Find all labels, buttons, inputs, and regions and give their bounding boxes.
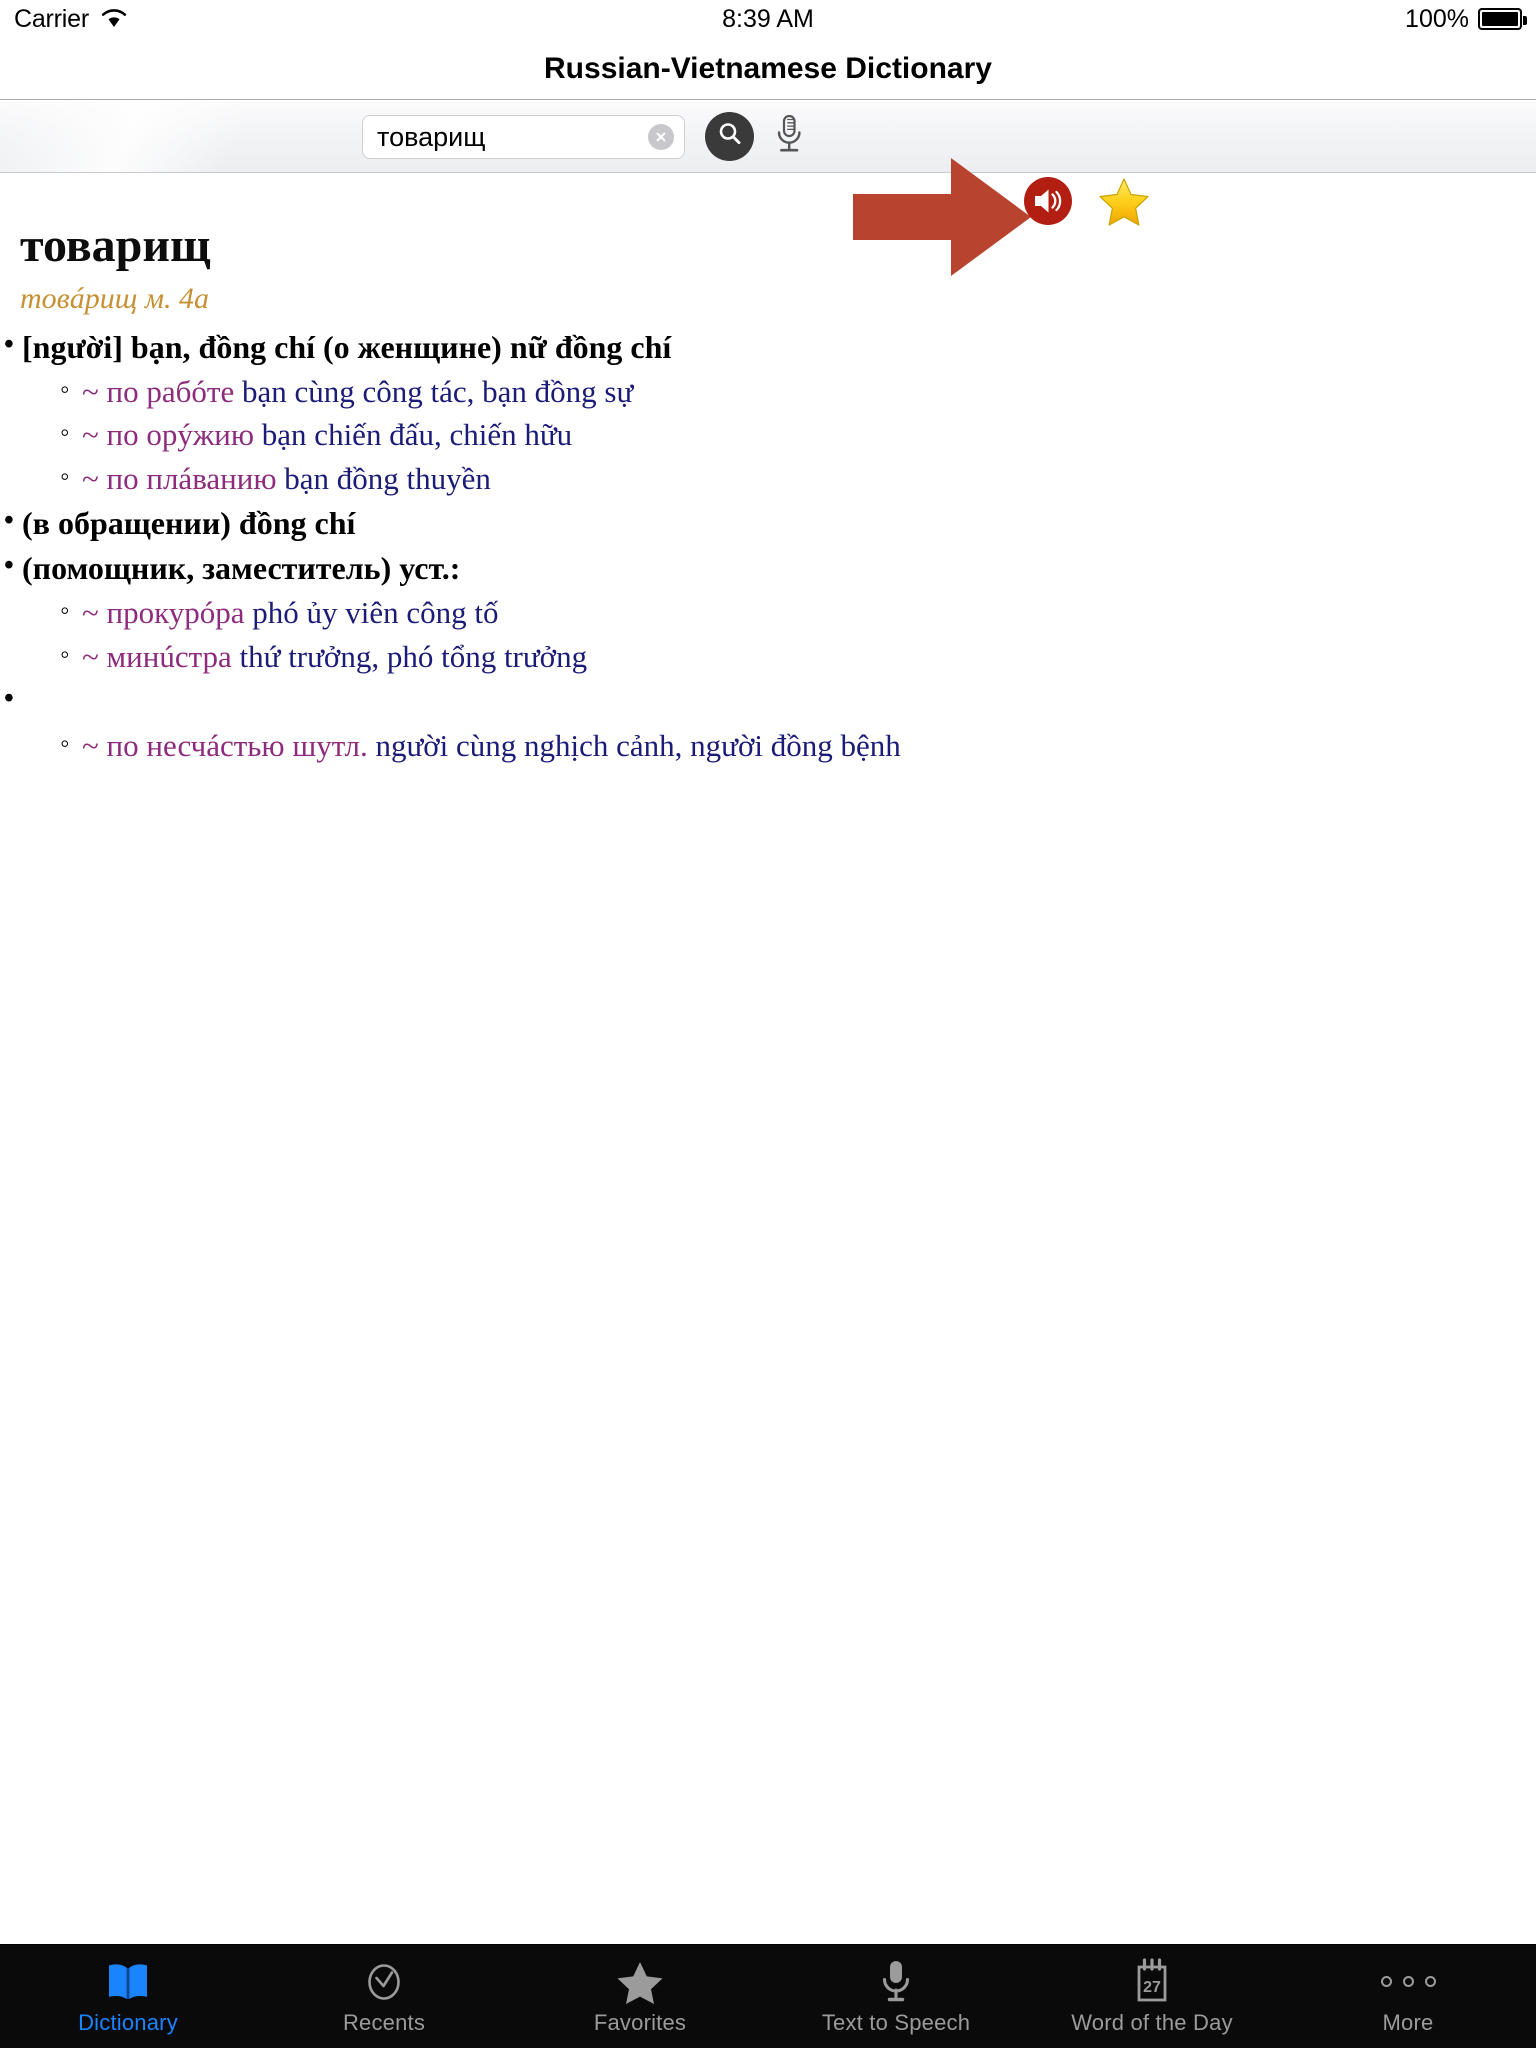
tab-label: Text to Speech bbox=[821, 2009, 971, 2035]
example-list: ~ по несчáстью шутл. người cùng nghịch c… bbox=[0, 724, 1536, 768]
tab-label: Favorites bbox=[593, 2009, 687, 2035]
search-icon bbox=[716, 120, 744, 153]
example-tilde: ~ bbox=[82, 595, 99, 631]
tab-dictionary[interactable]: Dictionary bbox=[0, 1945, 256, 2048]
example-item: ~ по несчáстью шутл. người cùng nghịch c… bbox=[0, 724, 1536, 768]
star-icon bbox=[617, 1958, 663, 2006]
example-russian: по рабóте bbox=[106, 373, 235, 409]
calendar-day-number: 27 bbox=[1143, 1979, 1161, 1996]
example-russian: минúстра bbox=[106, 638, 232, 674]
tab-label: Dictionary bbox=[78, 2009, 178, 2035]
battery-percent: 100% bbox=[1405, 4, 1469, 33]
example-vietnamese: bạn đồng thuyền bbox=[284, 461, 491, 497]
tab-recents[interactable]: Recents bbox=[256, 1945, 512, 2048]
sense-item: [người] bạn, đồng chí (о женщине) nữ đồn… bbox=[0, 325, 1536, 501]
example-list: ~ прокурóра phó ủy viên công tố~ минúстр… bbox=[0, 591, 1536, 679]
example-vietnamese: bạn chiến đấu, chiến hữu bbox=[261, 417, 573, 453]
sense-definition: (помощник, заместитель) уст.: bbox=[0, 546, 1536, 591]
tab-label: Word of the Day bbox=[1071, 2009, 1233, 2035]
clear-icon[interactable] bbox=[648, 124, 674, 150]
book-icon bbox=[105, 1958, 151, 2006]
sense-definition: [người] bạn, đồng chí (о женщине) nữ đồn… bbox=[0, 325, 1536, 370]
app-screen: Carrier 8:39 AM 100% Russian-Vietnamese … bbox=[0, 0, 1536, 2048]
status-time: 8:39 AM bbox=[722, 4, 814, 33]
search-input[interactable]: товарищ bbox=[362, 115, 685, 159]
example-item: ~ по плáванию bạn đồng thuyền bbox=[0, 457, 1536, 501]
navigation-bar: Russian-Vietnamese Dictionary bbox=[0, 38, 1536, 100]
sense-item: (в обращении) đồng chí bbox=[0, 501, 1536, 546]
example-item: ~ по рабóте bạn cùng công tác, bạn đồng … bbox=[0, 370, 1536, 414]
tab-bar: Dictionary Recents Favorites Text to Spe… bbox=[0, 1944, 1536, 2048]
tab-label: More bbox=[1382, 2009, 1434, 2035]
microphone-icon bbox=[772, 113, 806, 162]
tab-favorites[interactable]: Favorites bbox=[512, 1945, 768, 2048]
tab-text-to-speech[interactable]: Text to Speech bbox=[768, 1945, 1024, 2048]
example-item: ~ по орýжию bạn chiến đấu, chiến hữu bbox=[0, 413, 1536, 457]
search-bar: товарищ bbox=[0, 101, 1536, 173]
voice-search-button[interactable] bbox=[770, 114, 808, 160]
page-title: Russian-Vietnamese Dictionary bbox=[544, 51, 992, 85]
sense-item: (помощник, заместитель) уст.:~ прокурóра… bbox=[0, 546, 1536, 679]
example-russian: по орýжию bbox=[106, 417, 255, 453]
example-item: ~ прокурóра phó ủy viên công tố bbox=[0, 591, 1536, 635]
transcription: товáрищ м. 4а bbox=[20, 281, 209, 315]
tab-label: Recents bbox=[342, 2009, 426, 2035]
example-tilde: ~ bbox=[82, 417, 99, 453]
sense-item: ~ по несчáстью шутл. người cùng nghịch c… bbox=[0, 679, 1536, 768]
example-tilde: ~ bbox=[82, 373, 99, 409]
example-tilde: ~ bbox=[82, 461, 99, 497]
microphone-icon bbox=[878, 1958, 914, 2006]
search-button[interactable] bbox=[705, 112, 754, 161]
example-tilde: ~ bbox=[82, 727, 99, 763]
tab-word-of-the-day[interactable]: 27 Word of the Day bbox=[1024, 1945, 1280, 2048]
dictionary-article: товарищ товáрищ м. 4а [người] bạn, đồng … bbox=[0, 200, 1536, 768]
status-right: 100% bbox=[1405, 4, 1527, 34]
example-list: ~ по рабóте bạn cùng công tác, bạn đồng … bbox=[0, 370, 1536, 501]
example-russian: прокурóра bbox=[106, 595, 245, 631]
battery-full-icon bbox=[1478, 8, 1527, 30]
example-tilde: ~ bbox=[82, 638, 99, 674]
calendar-27-icon: 27 bbox=[1130, 1957, 1174, 2006]
sense-list: [người] bạn, đồng chí (о женщине) nữ đồn… bbox=[0, 325, 1536, 768]
example-russian: по несчáстью шутл. bbox=[106, 727, 368, 763]
status-bar: Carrier 8:39 AM 100% bbox=[0, 0, 1536, 38]
search-input-value: товарищ bbox=[377, 123, 486, 151]
sense-definition bbox=[0, 679, 1536, 724]
example-vietnamese: thứ trưởng, phó tổng trưởng bbox=[239, 638, 588, 674]
headword: товарищ bbox=[20, 219, 211, 272]
example-vietnamese: người cùng nghịch cảnh, người đồng bệnh bbox=[375, 727, 901, 763]
sense-definition: (в обращении) đồng chí bbox=[0, 501, 1536, 546]
clock-check-icon bbox=[362, 1958, 406, 2006]
example-item: ~ минúстра thứ trưởng, phó tổng trưởng bbox=[0, 635, 1536, 679]
example-russian: по плáванию bbox=[106, 461, 277, 497]
tab-more[interactable]: More bbox=[1280, 1945, 1536, 2048]
example-vietnamese: phó ủy viên công tố bbox=[252, 595, 499, 631]
example-vietnamese: bạn cùng công tác, bạn đồng sự bbox=[241, 373, 634, 409]
ellipsis-icon bbox=[1380, 1958, 1436, 2006]
